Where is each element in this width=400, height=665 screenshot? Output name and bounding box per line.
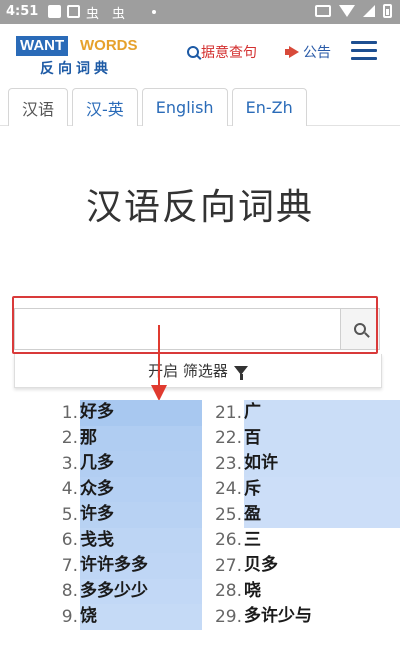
random-search-label: 据意查句	[201, 45, 257, 61]
search-input[interactable]	[14, 308, 340, 350]
result-item[interactable]: 2. 那	[48, 425, 202, 451]
result-number: 22.	[214, 428, 242, 449]
notice-label: 公告	[303, 45, 331, 61]
tab-chinese[interactable]: 汉语	[8, 88, 69, 126]
result-number: 24.	[214, 479, 242, 500]
notice-link[interactable]: 公告	[285, 42, 331, 62]
page-title: 汉语反向词典	[85, 187, 314, 228]
megaphone-icon	[285, 46, 301, 58]
status-bar: 4:51 虫 虫	[0, 0, 400, 24]
result-word[interactable]: 盈	[244, 502, 400, 528]
result-item[interactable]: 26. 三	[212, 528, 400, 554]
header: WANT WORDS 反向词典 据意查句 公告	[0, 24, 400, 82]
filter-label: 开启 筛选器	[148, 362, 228, 380]
result-word[interactable]: 那	[80, 425, 202, 451]
logo-words: WORDS	[80, 37, 138, 54]
result-word[interactable]: 许多	[80, 502, 202, 528]
result-item[interactable]: 4. 众多	[48, 476, 202, 502]
logo-subtitle: 反向词典	[40, 61, 112, 77]
result-word[interactable]: 广	[244, 400, 400, 426]
result-number: 21.	[214, 402, 242, 423]
notification-icon	[67, 5, 80, 18]
tab-chinese-english[interactable]: 汉-英	[72, 88, 138, 126]
result-item[interactable]: 1. 好多	[48, 400, 202, 426]
result-word[interactable]: 众多	[80, 476, 202, 502]
result-word[interactable]: 戋戋	[80, 527, 202, 553]
result-item[interactable]: 27. 贝多	[212, 553, 400, 579]
result-number: 1.	[61, 402, 78, 423]
result-number: 3.	[61, 453, 78, 474]
search-icon	[354, 323, 366, 335]
language-tabs: 汉语 汉-英 English En-Zh	[8, 88, 311, 126]
result-item[interactable]: 6. 戋戋	[48, 527, 202, 553]
result-number: 6.	[61, 530, 78, 551]
filter-toggle[interactable]: 开启 筛选器	[14, 354, 382, 388]
result-word[interactable]: 许许多多	[80, 553, 202, 579]
result-word[interactable]: 百	[244, 425, 400, 451]
result-item[interactable]: 7. 许许多多	[48, 553, 202, 579]
tab-english-chinese[interactable]: En-Zh	[231, 88, 307, 126]
search-icon	[187, 46, 199, 58]
result-item[interactable]: 23. 如许	[212, 451, 400, 477]
system-icons	[315, 4, 392, 18]
hamburger-icon-line	[351, 49, 377, 52]
result-number: 7.	[61, 555, 78, 576]
result-number: 27.	[214, 555, 242, 576]
result-number: 28.	[214, 581, 242, 602]
hamburger-icon	[351, 41, 377, 44]
result-word[interactable]: 贝多	[244, 553, 400, 579]
result-word[interactable]: 多多少少	[80, 578, 202, 604]
result-word[interactable]: 饶	[80, 604, 202, 630]
result-item[interactable]: 24. 斥	[212, 476, 400, 502]
result-item[interactable]: 8. 多多少少	[48, 578, 202, 604]
notification-dot-icon	[152, 10, 156, 14]
notification-bug-icon: 虫	[86, 7, 100, 22]
result-number: 8.	[61, 581, 78, 602]
result-number: 5.	[61, 504, 78, 525]
result-item[interactable]: 21. 广	[212, 400, 400, 426]
result-item[interactable]: 25. 盈	[212, 502, 400, 528]
result-number: 2.	[61, 428, 78, 449]
result-number: 26.	[214, 530, 242, 551]
result-item[interactable]: 9. 饶	[48, 604, 202, 630]
result-item[interactable]: 22. 百	[212, 425, 400, 451]
result-number: 23.	[214, 453, 242, 474]
result-word[interactable]: 哓	[244, 579, 400, 605]
tab-english[interactable]: English	[141, 88, 228, 126]
random-search-link[interactable]: 据意查句	[187, 42, 257, 62]
result-word[interactable]: 斥	[244, 476, 400, 502]
notification-icon	[48, 5, 61, 18]
results-column-1: 1. 好多 2. 那 3. 几多 4. 众多 5. 许多 6. 戋戋 7. 许许多多 8. 多多少少 9. 饶	[48, 400, 202, 630]
result-item[interactable]: 28. 哓	[212, 579, 400, 605]
logo-want: WANT	[16, 36, 69, 56]
result-number: 29.	[214, 606, 242, 627]
logo[interactable]: WANT WORDS 反向词典	[16, 36, 156, 78]
result-number: 25.	[214, 504, 242, 525]
wifi-icon	[339, 5, 355, 17]
result-word[interactable]: 几多	[80, 451, 202, 477]
vibrate-icon	[315, 5, 331, 17]
hamburger-icon-line	[351, 57, 377, 60]
search-bar	[14, 308, 380, 350]
results-column-2: 21. 广 22. 百 23. 如许 24. 斥 25. 盈 26. 三 27. 贝多 28. 哓 29. 多许少…	[212, 400, 400, 630]
result-word[interactable]: 如许	[244, 451, 400, 477]
result-item[interactable]: 29. 多许少与	[212, 604, 400, 630]
battery-icon	[383, 4, 392, 18]
result-number: 9.	[61, 606, 78, 627]
result-word[interactable]: 多许少与	[244, 604, 400, 630]
result-number: 4.	[61, 479, 78, 500]
result-item[interactable]: 3. 几多	[48, 451, 202, 477]
menu-button[interactable]	[351, 41, 377, 61]
status-time: 4:51	[6, 4, 39, 19]
search-button[interactable]	[340, 308, 380, 350]
result-word[interactable]: 三	[244, 528, 400, 554]
notification-bug-icon: 虫	[112, 7, 126, 22]
result-word[interactable]: 好多	[80, 400, 202, 426]
signal-icon	[363, 5, 375, 17]
filter-icon	[233, 366, 248, 380]
result-item[interactable]: 5. 许多	[48, 502, 202, 528]
